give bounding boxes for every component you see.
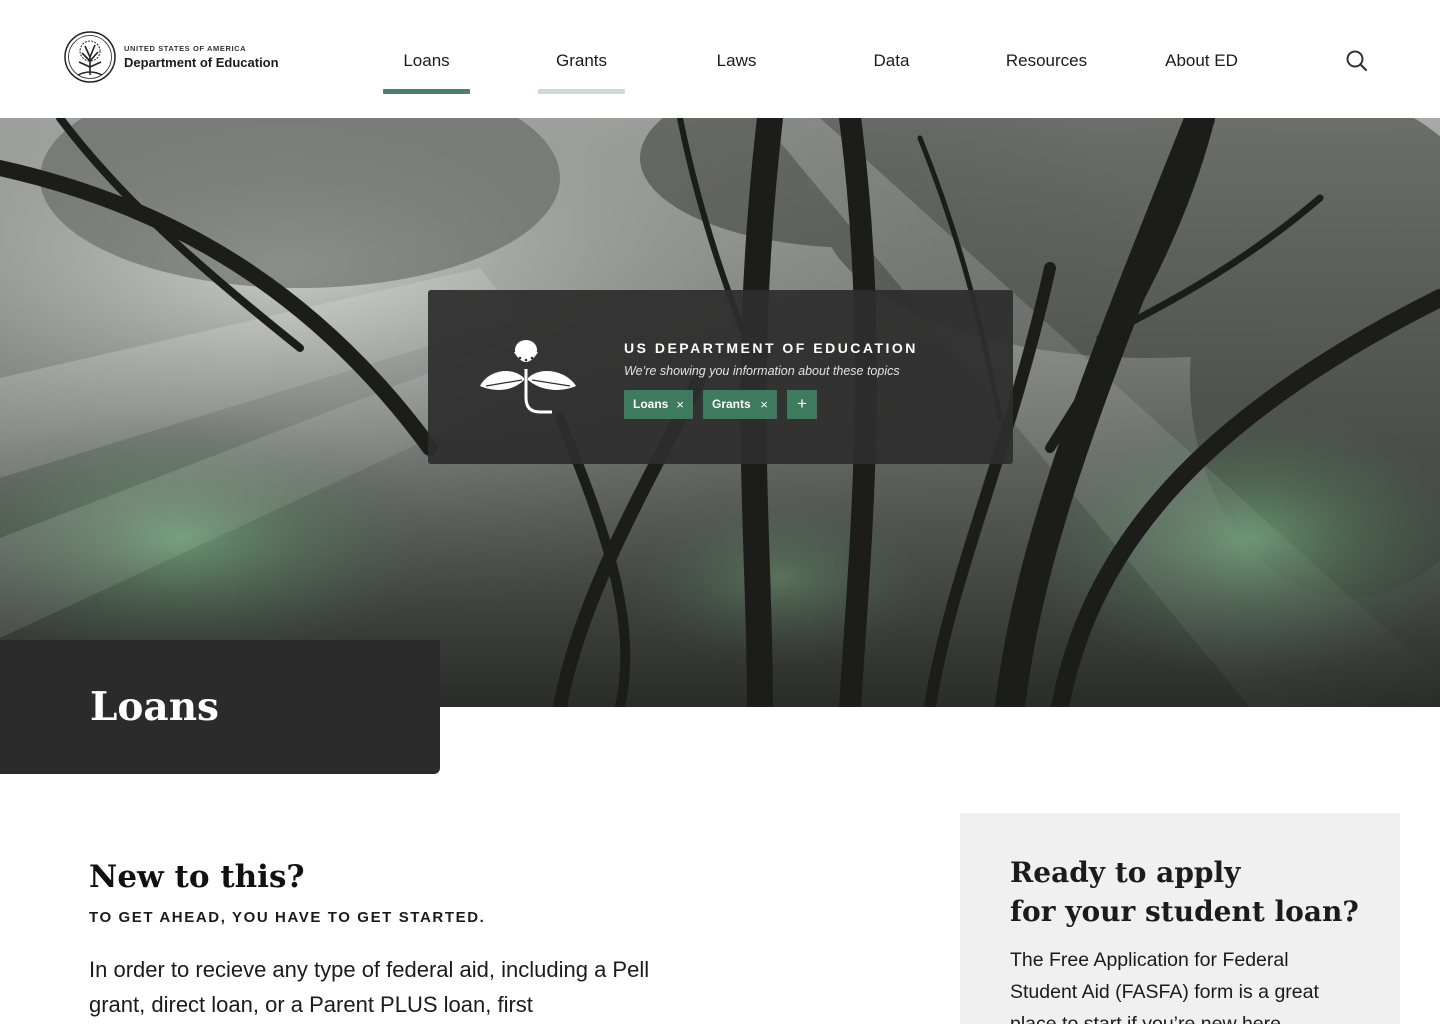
apply-callout: Ready to apply for your student loan? Th…: [960, 813, 1400, 1024]
close-icon[interactable]: ×: [760, 390, 768, 419]
callout-heading: Ready to apply for your student loan?: [1010, 853, 1370, 931]
agency-country-label: UNITED STATES OF AMERICA: [124, 44, 247, 53]
page-title-block: Loans: [0, 640, 440, 774]
department-seal-icon[interactable]: [64, 31, 116, 83]
topic-filter-card: US DEPARTMENT OF EDUCATION We’re showing…: [428, 290, 1013, 464]
chip-label: Loans: [633, 397, 669, 411]
card-subtitle: We’re showing you information about thes…: [624, 364, 900, 378]
card-title: US DEPARTMENT OF EDUCATION: [624, 340, 918, 356]
intro-kicker: TO GET AHEAD, YOU HAVE TO GET STARTED.: [89, 909, 486, 926]
page-title: Loans: [90, 684, 220, 730]
intro-heading: New to this?: [89, 859, 305, 895]
selected-indicator: [538, 89, 625, 94]
nav-item-resources[interactable]: Resources: [969, 0, 1124, 118]
nav-item-data[interactable]: Data: [814, 0, 969, 118]
nav-item-label: Resources: [1005, 51, 1088, 70]
nav-item-grants[interactable]: Grants: [504, 0, 659, 118]
nav-item-label: Data: [873, 51, 910, 70]
intro-body-text: In order to recieve any type of federal …: [89, 957, 650, 1017]
nav-item-about[interactable]: About ED: [1124, 0, 1279, 118]
hero-banner: US DEPARTMENT OF EDUCATION We’re showing…: [0, 118, 1440, 707]
agency-name[interactable]: Department of Education: [124, 55, 279, 70]
topic-chip-grants[interactable]: Grants ×: [703, 390, 777, 419]
callout-body-text: The Free Application for Federal Student…: [1010, 949, 1319, 1024]
callout-heading-line2: for your student loan?: [1010, 895, 1359, 928]
add-topic-button[interactable]: +: [787, 390, 817, 419]
close-icon[interactable]: ×: [676, 390, 684, 419]
nav-item-label: Laws: [716, 51, 757, 70]
nav-item-label: About ED: [1165, 51, 1238, 70]
callout-heading-line1: Ready to apply: [1010, 856, 1241, 889]
search-icon[interactable]: [1338, 43, 1374, 79]
active-indicator: [383, 89, 470, 94]
nav-item-label: Grants: [555, 51, 608, 70]
chip-label: Grants: [712, 397, 751, 411]
nav-item-laws[interactable]: Laws: [659, 0, 814, 118]
site-header: UNITED STATES OF AMERICA Department of E…: [0, 0, 1440, 118]
acorn-flower-icon: [480, 340, 576, 414]
nav-item-loans[interactable]: Loans: [349, 0, 504, 118]
topic-chip-loans[interactable]: Loans ×: [624, 390, 693, 419]
nav-item-label: Loans: [403, 51, 450, 70]
